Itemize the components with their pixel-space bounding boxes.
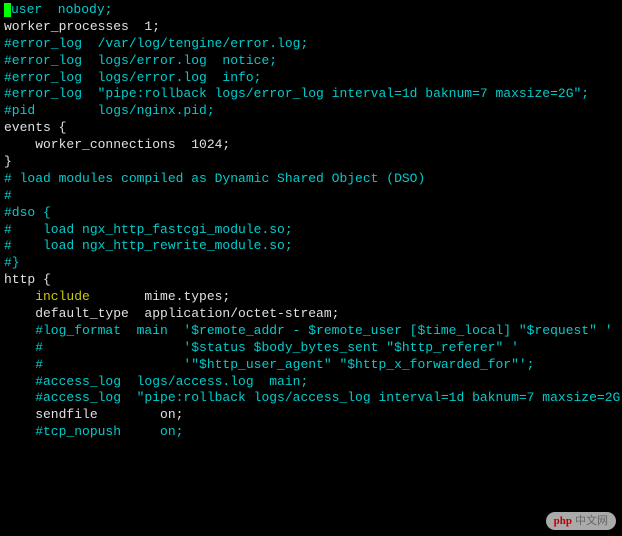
code-line: #log_format main '$remote_addr - $remote… xyxy=(4,323,618,340)
code-line: #dso { xyxy=(4,205,618,222)
code-segment: #dso { xyxy=(4,205,51,220)
code-line: #access_log logs/access.log main; xyxy=(4,374,618,391)
code-segment: include xyxy=(4,289,90,304)
code-line: #error_log logs/error.log notice; xyxy=(4,53,618,70)
watermark-text: 中文网 xyxy=(575,514,608,528)
cursor xyxy=(4,3,11,17)
code-line: #} xyxy=(4,255,618,272)
code-line: #pid logs/nginx.pid; xyxy=(4,103,618,120)
code-segment: #access_log logs/access.log main; xyxy=(4,374,308,389)
code-line: worker_connections 1024; xyxy=(4,137,618,154)
code-segment: sendfile on; xyxy=(4,407,183,422)
code-line: #error_log /var/log/tengine/error.log; xyxy=(4,36,618,53)
code-line: } xyxy=(4,154,618,171)
code-line: # load ngx_http_rewrite_module.so; xyxy=(4,238,618,255)
code-line: # load ngx_http_fastcgi_module.so; xyxy=(4,222,618,239)
code-line: events { xyxy=(4,120,618,137)
code-segment: # '"$http_user_agent" "$http_x_forwarded… xyxy=(4,357,535,372)
code-segment: #pid logs/nginx.pid; xyxy=(4,103,215,118)
code-segment: #access_log "pipe:rollback logs/access_l… xyxy=(4,390,622,405)
code-segment: http { xyxy=(4,272,51,287)
code-line: # '"$http_user_agent" "$http_x_forwarded… xyxy=(4,357,618,374)
code-segment: #error_log "pipe:rollback logs/error_log… xyxy=(4,86,589,101)
code-segment: # load ngx_http_rewrite_module.so; xyxy=(4,238,293,253)
code-segment: # xyxy=(4,188,12,203)
code-line: #tcp_nopush on; xyxy=(4,424,618,441)
code-line: #error_log logs/error.log info; xyxy=(4,70,618,87)
terminal-viewport[interactable]: user nobody; worker_processes 1; #error_lo… xyxy=(4,2,618,441)
code-segment: events { xyxy=(4,120,66,135)
code-line: sendfile on; xyxy=(4,407,618,424)
code-segment: mime.types; xyxy=(90,289,230,304)
watermark-logo: php xyxy=(554,514,572,528)
code-line: # xyxy=(4,188,618,205)
code-line: # '$status $body_bytes_sent "$http_refer… xyxy=(4,340,618,357)
code-line: http { xyxy=(4,272,618,289)
code-line: include mime.types; xyxy=(4,289,618,306)
code-line: #error_log "pipe:rollback logs/error_log… xyxy=(4,86,618,103)
code-line: user nobody; xyxy=(4,2,618,19)
watermark: php 中文网 xyxy=(546,512,616,530)
code-segment: #error_log /var/log/tengine/error.log; xyxy=(4,36,308,51)
code-line: default_type application/octet-stream; xyxy=(4,306,618,323)
code-segment: } xyxy=(4,154,12,169)
code-segment: #tcp_nopush on; xyxy=(4,424,183,439)
code-segment: #log_format main '$remote_addr - $remote… xyxy=(4,323,613,338)
code-segment: default_type application/octet-stream; xyxy=(4,306,339,321)
code-segment: #error_log logs/error.log notice; xyxy=(4,53,277,68)
code-segment: worker_connections 1024; xyxy=(4,137,230,152)
code-segment: # '$status $body_bytes_sent "$http_refer… xyxy=(4,340,519,355)
code-line: # load modules compiled as Dynamic Share… xyxy=(4,171,618,188)
code-segment: # load ngx_http_fastcgi_module.so; xyxy=(4,222,293,237)
code-segment: #} xyxy=(4,255,20,270)
code-segment: user nobody; xyxy=(11,2,112,17)
code-line: #access_log "pipe:rollback logs/access_l… xyxy=(4,390,618,407)
code-segment: worker_processes 1; xyxy=(4,19,160,34)
code-segment: # load modules compiled as Dynamic Share… xyxy=(4,171,425,186)
code-segment: #error_log logs/error.log info; xyxy=(4,70,261,85)
code-line: worker_processes 1; xyxy=(4,19,618,36)
